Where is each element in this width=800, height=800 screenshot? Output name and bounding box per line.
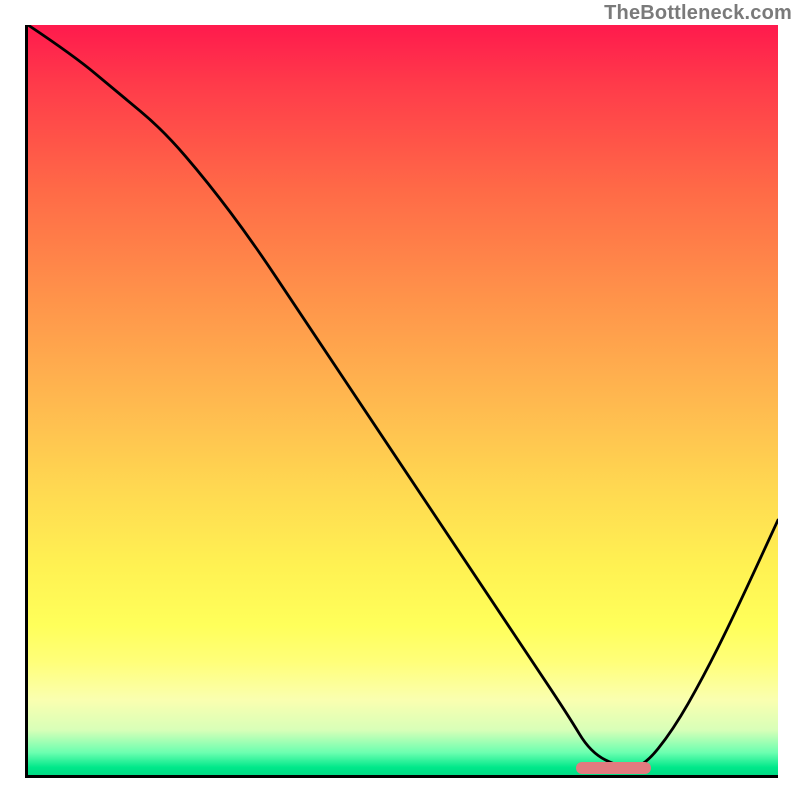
optimal-range-marker — [576, 762, 651, 774]
bottleneck-chart: TheBottleneck.com — [0, 0, 800, 800]
bottleneck-curve-path — [28, 25, 778, 768]
curve-layer — [28, 25, 778, 775]
plot-area — [25, 25, 778, 778]
watermark-label: TheBottleneck.com — [604, 2, 792, 25]
